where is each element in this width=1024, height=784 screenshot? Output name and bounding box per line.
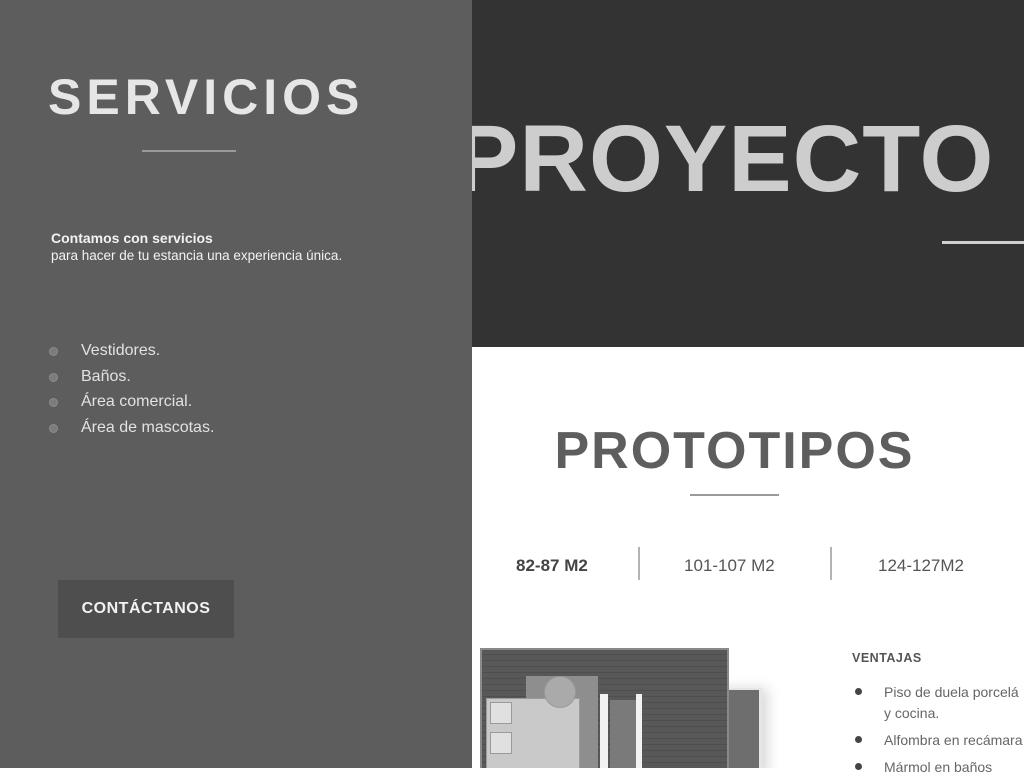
- list-item: Área de mascotas.: [47, 417, 214, 443]
- banner-title: PROYECTO S: [472, 106, 1024, 212]
- tab-82-87-m2[interactable]: 82-87 M2: [516, 556, 588, 576]
- bullet-icon: [855, 688, 862, 695]
- tab-divider: [830, 547, 832, 580]
- list-item: Alfombra en recámara: [852, 730, 1024, 751]
- bullet-icon: [49, 372, 58, 382]
- services-panel: SERVICIOS Contamos con servicios para ha…: [0, 0, 472, 768]
- project-banner: PROYECTO S: [472, 0, 1024, 347]
- list-item-label: Alfombra en recámara: [884, 732, 1023, 748]
- pillow-icon: [490, 702, 512, 724]
- tab-divider: [638, 547, 640, 580]
- advantages-list: Piso de duela porcelá y cocina. Alfombra…: [852, 682, 1024, 784]
- floor-plan-main: [480, 648, 729, 768]
- services-title: SERVICIOS: [48, 69, 365, 125]
- list-item: Piso de duela porcelá: [852, 682, 1024, 703]
- services-intro-heading: Contamos con servicios: [51, 230, 213, 246]
- floor-plan-image: [472, 640, 782, 768]
- list-item-label: y cocina.: [884, 705, 940, 721]
- bullet-icon: [855, 763, 862, 770]
- services-list: Vestidores. Baños. Área comercial. Área …: [47, 340, 214, 442]
- list-item: Vestidores.: [47, 340, 214, 366]
- floor-plan-wall: [600, 694, 608, 768]
- lamp-icon: [544, 676, 576, 708]
- advantages-title: VENTAJAS: [852, 651, 922, 665]
- floor-plan-room: [610, 700, 636, 768]
- list-item-label: Mármol en baños: [884, 759, 993, 775]
- pillow-icon: [490, 732, 512, 754]
- contact-button[interactable]: CONTÁCTANOS: [58, 580, 234, 638]
- prototypes-title-divider: [690, 494, 779, 496]
- services-intro-text: para hacer de tu estancia una experienci…: [51, 248, 343, 263]
- bullet-icon: [49, 347, 58, 356]
- list-item-label: Área de mascotas.: [81, 418, 215, 436]
- bullet-icon: [49, 423, 58, 433]
- services-title-divider: [142, 150, 236, 152]
- bullet-icon: [49, 398, 58, 407]
- list-item: Área comercial.: [47, 391, 214, 417]
- list-item: y cocina.: [852, 703, 1024, 724]
- banner-divider: [942, 241, 1024, 244]
- list-item-label: Baños.: [81, 367, 131, 385]
- bullet-icon: [855, 736, 862, 743]
- list-item-label: Vestidores.: [81, 342, 161, 359]
- tab-101-107-m2[interactable]: 101-107 M2: [684, 556, 775, 576]
- prototypes-title: PROTOTIPOS: [554, 422, 915, 480]
- services-intro: Contamos con servicios para hacer de tu …: [51, 230, 342, 264]
- list-item-label: Área comercial.: [81, 393, 193, 410]
- floor-plan-wall: [636, 694, 642, 768]
- tab-124-127-m2[interactable]: 124-127M2: [878, 556, 964, 576]
- list-item-label: Piso de duela porcelá: [884, 684, 1019, 700]
- list-item: Baños.: [47, 366, 214, 392]
